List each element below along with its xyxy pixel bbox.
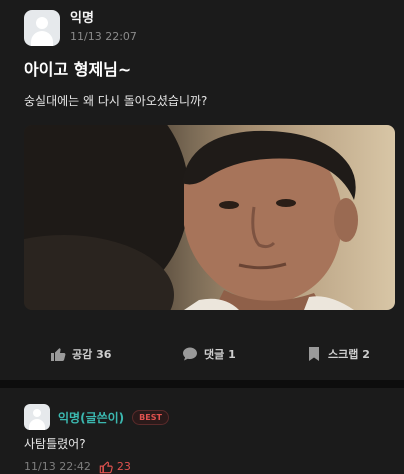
post-timestamp: 11/13 22:07 <box>70 30 137 43</box>
scrap-count-label: 스크랩 2 <box>328 348 370 361</box>
post-image[interactable] <box>24 125 395 310</box>
comment-item: 익명(글쓴이) BEST 사탐틀렸어? 11/13 22:42 23 <box>0 388 404 474</box>
thumbs-up-outline-icon <box>99 459 113 474</box>
comment-text: 사탐틀렸어? <box>24 437 86 451</box>
like-button[interactable]: 공감 36 <box>50 340 111 368</box>
comment-author-row: 익명(글쓴이) BEST <box>24 404 169 430</box>
comment-count-label: 댓글 1 <box>204 348 236 361</box>
comment-like-count: 23 <box>116 459 131 473</box>
comment-button[interactable]: 댓글 1 <box>182 340 236 368</box>
speech-bubble-icon <box>182 346 198 362</box>
comment-author-name: 익명(글쓴이) <box>58 410 125 425</box>
thumbs-up-icon <box>50 346 66 362</box>
post-title: 아이고 형제님~ <box>24 60 132 79</box>
author-avatar-icon <box>24 10 60 46</box>
bookmark-icon <box>306 346 322 362</box>
photo-illustration <box>24 125 358 310</box>
author-name: 익명 <box>70 11 94 26</box>
best-badge: BEST <box>132 409 169 425</box>
post-author-row: 익명 11/13 22:07 <box>24 10 137 46</box>
comment-footer: 11/13 22:42 23 <box>24 459 131 474</box>
like-count-label: 공감 36 <box>72 348 112 361</box>
author-meta: 익명 11/13 22:07 <box>70 11 137 45</box>
comment-timestamp: 11/13 22:42 <box>24 459 91 473</box>
scrap-button[interactable]: 스크랩 2 <box>306 340 370 368</box>
post-actions-bar: 공감 36 댓글 1 스크랩 2 <box>0 340 404 368</box>
comment-avatar-icon <box>24 404 50 430</box>
section-divider <box>0 380 404 388</box>
post-card: 익명 11/13 22:07 아이고 형제님~ 숭실대에는 왜 다시 돌아오셨습… <box>0 0 404 380</box>
post-body-text: 숭실대에는 왜 다시 돌아오셨습니까? <box>24 94 208 108</box>
comment-like-button[interactable]: 23 <box>99 459 131 474</box>
